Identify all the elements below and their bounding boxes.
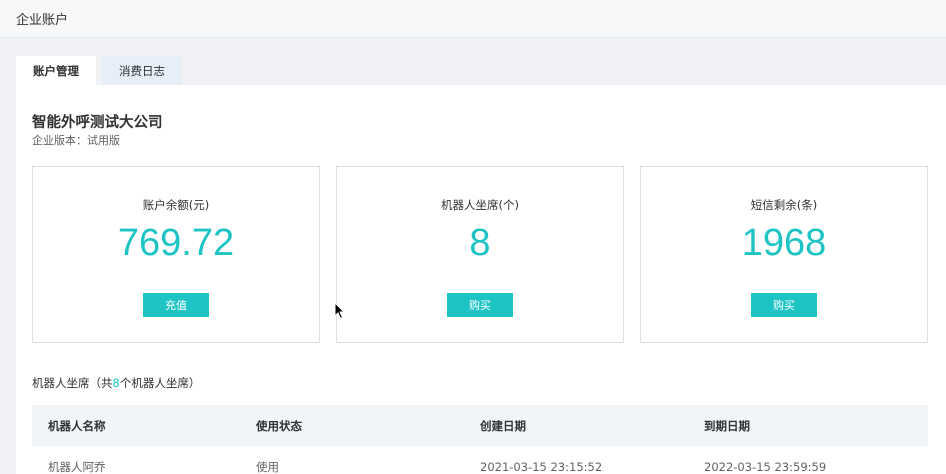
cell-created-date: 2021-03-15 23:15:52 <box>480 459 603 474</box>
company-edition: 企业版本：试用版 <box>32 134 120 147</box>
main-panel: 智能外呼测试大公司 企业版本：试用版 账户余额(元) 769.72 充值 机器人… <box>16 85 946 474</box>
tab-account-management[interactable]: 账户管理 <box>16 56 96 85</box>
sms-remaining-card: 短信剩余(条) 1968 购买 <box>640 166 928 343</box>
mouse-cursor-icon <box>334 302 346 320</box>
tab-consumption-log[interactable]: 消费日志 <box>102 56 182 85</box>
company-name: 智能外呼测试大公司 <box>32 115 163 131</box>
top-bar: 企业账户 <box>0 0 946 38</box>
robot-seats-count: 8 <box>112 376 120 390</box>
robot-seats-heading-prefix: 机器人坐席（共 <box>32 376 113 390</box>
column-header-status: 使用状态 <box>256 418 302 433</box>
robot-seats-label: 机器人坐席(个) <box>441 198 519 212</box>
sms-remaining-label: 短信剩余(条) <box>750 198 818 212</box>
balance-label: 账户余额(元) <box>142 198 210 212</box>
column-header-created-date: 创建日期 <box>480 418 526 433</box>
cell-status: 使用 <box>256 459 279 474</box>
robot-seats-table: 机器人名称 使用状态 创建日期 到期日期 机器人阿乔 使用 2021-03-15… <box>32 405 928 474</box>
balance-card: 账户余额(元) 769.72 充值 <box>32 166 320 343</box>
recharge-button[interactable]: 充值 <box>143 293 209 317</box>
robot-seats-heading-suffix: 个机器人坐席） <box>119 376 201 390</box>
cell-expiry-date: 2022-03-15 23:59:59 <box>704 459 827 474</box>
robot-seats-heading: 机器人坐席（共8个机器人坐席） <box>32 375 200 391</box>
robot-seats-value: 8 <box>469 222 491 264</box>
table-header: 机器人名称 使用状态 创建日期 到期日期 <box>32 405 928 446</box>
column-header-expiry-date: 到期日期 <box>704 418 750 433</box>
column-header-robot-name: 机器人名称 <box>48 418 106 433</box>
tab-bar: 账户管理 消费日志 <box>16 56 188 85</box>
buy-robot-seats-button[interactable]: 购买 <box>447 293 513 317</box>
page-title: 企业账户 <box>16 13 69 28</box>
table-row[interactable]: 机器人阿乔 使用 2021-03-15 23:15:52 2022-03-15 … <box>32 446 928 474</box>
sms-remaining-value: 1968 <box>741 222 827 264</box>
robot-seats-card: 机器人坐席(个) 8 购买 <box>336 166 624 343</box>
cell-robot-name: 机器人阿乔 <box>48 459 106 474</box>
balance-value: 769.72 <box>117 222 235 264</box>
buy-sms-button[interactable]: 购买 <box>751 293 817 317</box>
